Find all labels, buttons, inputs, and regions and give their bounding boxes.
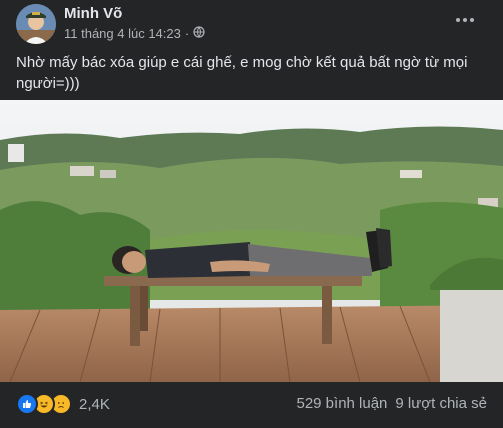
comment-count[interactable]: 529 bình luận (296, 395, 387, 412)
post-stats: 529 bình luận 9 lượt chia sẻ (296, 395, 487, 412)
share-count[interactable]: 9 lượt chia sẻ (395, 395, 487, 412)
facebook-post: Minh Võ 11 tháng 4 lúc 14:23 · Nhờ mấy b… (0, 0, 503, 428)
like-reaction-icon (16, 393, 38, 415)
author-avatar[interactable] (16, 4, 56, 44)
author-name[interactable]: Minh Võ (64, 5, 122, 22)
post-meta: 11 tháng 4 lúc 14:23 · (64, 26, 205, 41)
globe-icon[interactable] (193, 26, 205, 41)
meta-separator: · (184, 26, 190, 41)
post-caption: Nhờ mấy bác xóa giúp e cái ghế, e mog ch… (16, 54, 468, 92)
more-options-icon[interactable] (451, 10, 479, 30)
post-timestamp[interactable]: 11 tháng 4 lúc 14:23 (64, 26, 181, 41)
reaction-count[interactable]: 2,4K (79, 396, 110, 413)
reactions-summary[interactable]: 2,4K (16, 393, 110, 415)
post-photo[interactable] (0, 100, 503, 382)
